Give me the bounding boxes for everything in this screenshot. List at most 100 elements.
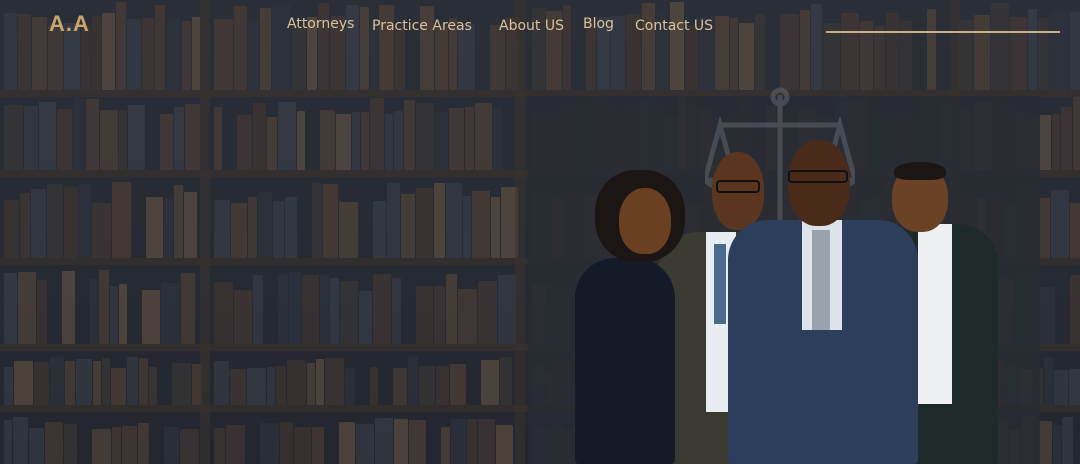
book-spine: [116, 2, 126, 90]
book-spine: [345, 367, 355, 405]
book-spine: [755, 13, 765, 90]
book-spine: [181, 272, 195, 344]
hero-section: A.A Attorneys Practice Areas About US Bl…: [0, 0, 1080, 464]
book-spine: [122, 425, 137, 464]
book-spine: [320, 109, 335, 170]
book-spine: [160, 114, 173, 170]
book-spine: [37, 279, 47, 344]
search-input[interactable]: [826, 31, 1060, 33]
book-spine: [161, 282, 180, 344]
book-spine: [841, 12, 859, 90]
book-spine: [64, 423, 77, 464]
book-spine: [435, 112, 448, 170]
nav-attorneys[interactable]: Attorneys: [287, 16, 354, 32]
book-spine: [230, 368, 246, 405]
book-spine: [1052, 114, 1060, 170]
book-spine: [375, 417, 393, 464]
book-spine: [886, 13, 899, 90]
book-spine: [1051, 190, 1069, 258]
book-spine: [394, 419, 408, 464]
book-spine: [79, 184, 91, 258]
book-spine: [449, 108, 464, 170]
book-spine: [1039, 287, 1055, 344]
book-spine: [260, 423, 279, 464]
book-spine: [4, 273, 17, 344]
book-spine: [142, 18, 154, 90]
book-spine: [166, 16, 181, 90]
book-spine: [31, 189, 46, 258]
book-spine: [24, 105, 38, 170]
book-spine: [4, 12, 17, 90]
book-spine: [76, 358, 92, 405]
book-spine: [730, 17, 738, 90]
book-spine: [20, 192, 30, 258]
book-spine: [352, 112, 360, 170]
nav-blog[interactable]: Blog: [583, 16, 614, 32]
book-spine: [491, 196, 500, 258]
book-spine: [214, 281, 233, 344]
book-spine: [164, 426, 179, 464]
book-spine: [86, 99, 99, 170]
book-spine: [974, 14, 990, 90]
book-spine: [458, 288, 477, 344]
book-spine: [339, 421, 355, 464]
book-spine: [316, 359, 324, 405]
book-spine: [370, 366, 378, 405]
book-spine: [312, 182, 322, 258]
book-spine: [1070, 12, 1080, 90]
book-spine: [373, 200, 386, 258]
book-spine: [29, 428, 44, 464]
book-spine: [62, 271, 75, 344]
book-spine: [47, 184, 63, 258]
nav-contact-us[interactable]: Contact US: [635, 18, 713, 34]
book-spine: [214, 18, 233, 90]
book-spine: [927, 8, 936, 90]
book-spine: [475, 102, 492, 170]
book-spine: [490, 24, 505, 90]
book-spine: [13, 417, 28, 464]
book-spine: [18, 271, 36, 344]
nav-practice-areas[interactable]: Practice Areas: [372, 18, 472, 34]
book-spine: [92, 15, 101, 90]
book-spine: [325, 358, 344, 405]
book-spine: [472, 190, 490, 258]
book-spine: [297, 110, 305, 170]
book-spine: [302, 275, 319, 344]
book-spine: [180, 428, 199, 464]
book-spine: [563, 4, 571, 90]
book-spine: [139, 357, 148, 405]
site-logo[interactable]: A.A: [49, 11, 90, 37]
book-spine: [393, 367, 407, 405]
book-spine: [1010, 16, 1027, 90]
book-spine: [276, 366, 286, 405]
book-spine: [138, 423, 149, 464]
book-spine: [18, 14, 31, 90]
book-spine: [248, 21, 259, 90]
book-spine: [465, 107, 474, 170]
book-spine: [112, 181, 131, 258]
book-spine: [164, 198, 173, 258]
book-spine: [1061, 106, 1072, 170]
book-spine: [493, 107, 502, 170]
book-spine: [14, 360, 33, 405]
book-spine: [278, 101, 296, 170]
book-spine: [32, 16, 47, 90]
book-spine: [234, 290, 252, 344]
book-spine: [214, 428, 225, 464]
book-spine: [715, 15, 729, 90]
book-spine: [278, 274, 288, 344]
book-spine: [192, 16, 200, 90]
book-spine: [258, 192, 272, 258]
book-spine: [387, 183, 400, 258]
book-spine: [416, 285, 433, 344]
book-spine: [373, 273, 391, 344]
book-spine: [642, 2, 655, 90]
book-spine: [1073, 97, 1080, 170]
book-spine: [1070, 275, 1080, 344]
nav-about-us[interactable]: About US: [499, 18, 564, 34]
book-spine: [128, 104, 145, 170]
book-spine: [395, 26, 405, 90]
book-spine: [434, 183, 445, 258]
book-spine: [409, 419, 426, 464]
book-spine: [4, 419, 12, 464]
